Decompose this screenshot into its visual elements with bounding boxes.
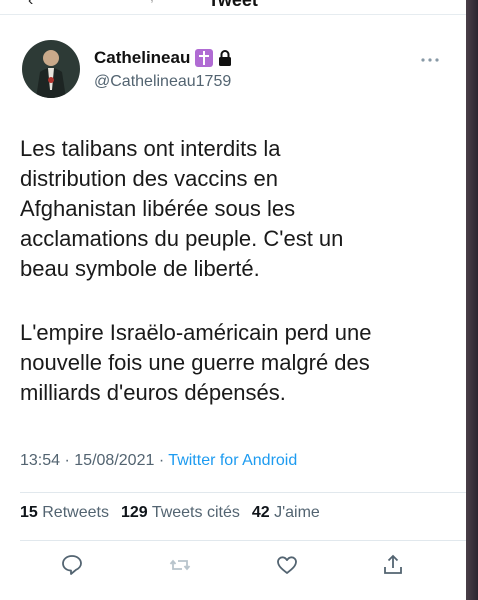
lock-icon xyxy=(218,50,232,66)
more-icon[interactable] xyxy=(420,50,440,68)
author-handle[interactable]: @Cathelineau1759 xyxy=(94,73,231,91)
quotes-stat[interactable]: 129 Tweets cités xyxy=(121,504,240,522)
divider xyxy=(20,492,466,493)
avatar[interactable] xyxy=(22,40,80,98)
author-name-row: Cathelineau xyxy=(94,48,232,68)
tweet-stats: 15 Retweets 129 Tweets cités 42 J'aime xyxy=(20,504,320,522)
action-bar xyxy=(0,550,466,584)
tweet-source-link[interactable]: Twitter for Android xyxy=(168,452,297,469)
tweet-paragraph-1: Les talibans ont interdits la distributi… xyxy=(20,136,344,281)
meta-separator: · xyxy=(158,452,169,469)
quotes-label: Tweets cités xyxy=(151,504,240,521)
meta-separator: · xyxy=(64,452,75,469)
retweets-label: Retweets xyxy=(42,504,109,521)
reply-icon[interactable] xyxy=(57,550,87,580)
retweet-icon[interactable] xyxy=(165,550,195,580)
retweets-stat[interactable]: 15 Retweets xyxy=(20,504,109,522)
quotes-count: 129 xyxy=(120,504,148,521)
top-bar: ‹ , Tweet xyxy=(0,0,466,15)
tweet-date: 15/08/2021 xyxy=(74,452,155,469)
author-display-name[interactable]: Cathelineau xyxy=(94,48,190,68)
tweet-time: 13:54 xyxy=(20,452,61,469)
likes-count: 42 xyxy=(251,504,270,521)
like-icon[interactable] xyxy=(272,550,302,580)
tweet-meta: 13:54 · 15/08/2021 · Twitter for Android xyxy=(20,452,297,470)
background-strip xyxy=(466,0,478,600)
likes-label: J'aime xyxy=(274,504,320,521)
page-title: Tweet xyxy=(208,0,258,10)
cross-badge-icon xyxy=(195,49,214,67)
retweets-count: 15 xyxy=(20,504,38,521)
tweet-paragraph-2: L'empire Israëlo-américain perd une nouv… xyxy=(20,320,372,405)
likes-stat[interactable]: 42 J'aime xyxy=(252,504,320,522)
share-icon[interactable] xyxy=(378,550,408,580)
divider xyxy=(20,540,466,541)
